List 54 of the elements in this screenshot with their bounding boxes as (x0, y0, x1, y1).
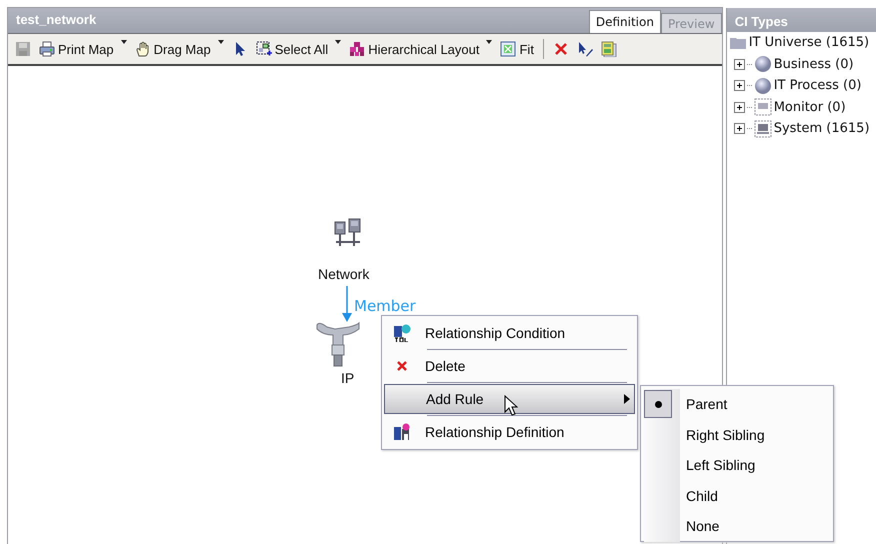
dropdown-arrow-icon (218, 40, 224, 44)
dropdown-arrow-icon (486, 40, 492, 44)
menu-item[interactable]: Relationship Definition (384, 417, 635, 447)
network-icon (333, 218, 363, 248)
select-all-icon (256, 41, 272, 57)
node-label: IP (341, 370, 354, 386)
save-icon (15, 41, 31, 57)
toolbar-button[interactable]: Hierarchical Layout (346, 37, 496, 61)
mouse-cursor-icon (504, 395, 518, 417)
submenu-arrow-icon (624, 394, 630, 404)
expand-icon[interactable] (734, 102, 745, 113)
sphere-icon (754, 55, 772, 74)
tree-item[interactable]: Monitor (0) (774, 100, 846, 115)
dropdown-arrow-icon (120, 40, 127, 44)
query-icon (393, 324, 411, 342)
menu-item[interactable]: Right Sibling (644, 420, 830, 450)
pipe-fitting-icon (315, 319, 361, 367)
blocks-icon (349, 41, 366, 57)
sphere-icon (754, 76, 772, 95)
menu-item[interactable]: Add Rule (384, 384, 635, 414)
menu-item[interactable]: Parent (644, 389, 830, 420)
calculator-icon (600, 41, 617, 57)
menu-item[interactable]: None (644, 511, 830, 542)
folder-icon (728, 36, 747, 50)
tree-item[interactable]: System (1615) (774, 121, 870, 136)
menu-item[interactable]: Delete (384, 351, 635, 381)
node-label: Network (318, 266, 370, 282)
panel-header: CI Types (726, 8, 876, 32)
pointer-pen-icon (576, 41, 593, 57)
relationship-icon (393, 423, 411, 441)
delete-icon (552, 41, 569, 57)
tab[interactable]: Definition (588, 10, 661, 33)
tree-item[interactable]: IT Universe (1615) (748, 35, 870, 50)
window-title: test_network (15, 12, 96, 29)
expand-icon[interactable] (734, 123, 745, 134)
computer-icon (754, 120, 772, 138)
expand-icon[interactable] (734, 58, 745, 70)
tree-item[interactable]: IT Process (0) (774, 78, 862, 94)
connector-arrow (342, 286, 352, 322)
tree-item[interactable]: Business (0) (774, 56, 854, 72)
hand-icon (134, 41, 151, 57)
toolbar-button[interactable]: Fit (497, 37, 537, 61)
menu-item[interactable]: Left Sibling (644, 450, 830, 480)
toolbar-button[interactable]: Select All (252, 37, 344, 61)
toolbar-button[interactable]: Drag Map (132, 37, 227, 61)
fit-icon (500, 41, 516, 57)
expand-icon[interactable] (734, 80, 745, 92)
menu-item[interactable]: Relationship Condition (384, 318, 635, 348)
monitor-icon (754, 98, 772, 116)
dropdown-arrow-icon (335, 40, 342, 44)
toolbar-button[interactable]: Print Map (36, 37, 130, 61)
menu-item[interactable]: Child (644, 480, 830, 511)
edge-label: Member (354, 297, 416, 315)
printer-icon (39, 41, 55, 57)
